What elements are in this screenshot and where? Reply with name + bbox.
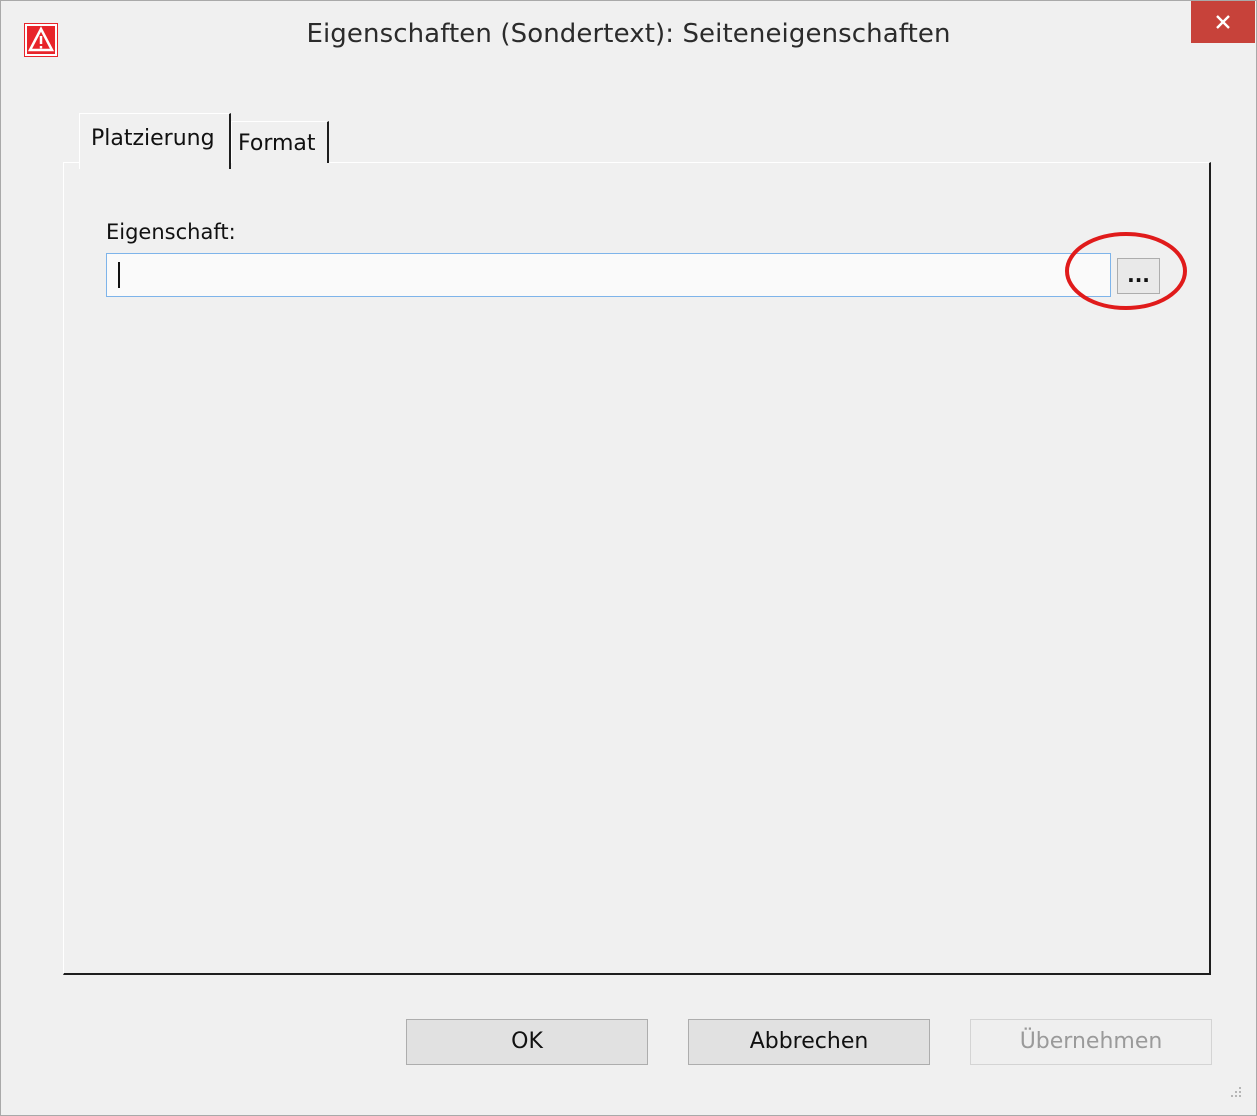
tab-platzierung[interactable]: Platzierung <box>79 113 231 169</box>
close-button[interactable] <box>1191 1 1255 43</box>
tab-label: Format <box>238 131 316 156</box>
property-input[interactable] <box>106 253 1111 297</box>
browse-button[interactable]: ... <box>1117 258 1160 294</box>
tab-format[interactable]: Format <box>231 121 329 163</box>
text-caret <box>118 262 120 288</box>
close-icon <box>1216 15 1230 29</box>
ok-button[interactable]: OK <box>406 1019 648 1065</box>
window-title: Eigenschaften (Sondertext): Seiteneigens… <box>306 19 951 49</box>
property-label: Eigenschaft: <box>106 220 236 244</box>
title-bar: Eigenschaften (Sondertext): Seiteneigens… <box>1 1 1256 79</box>
tab-label: Platzierung <box>91 126 215 151</box>
apply-button[interactable]: Übernehmen <box>970 1019 1212 1065</box>
dialog-window: Eigenschaften (Sondertext): Seiteneigens… <box>0 0 1257 1116</box>
resize-grip-icon[interactable] <box>1223 1083 1245 1105</box>
cancel-button[interactable]: Abbrechen <box>688 1019 930 1065</box>
